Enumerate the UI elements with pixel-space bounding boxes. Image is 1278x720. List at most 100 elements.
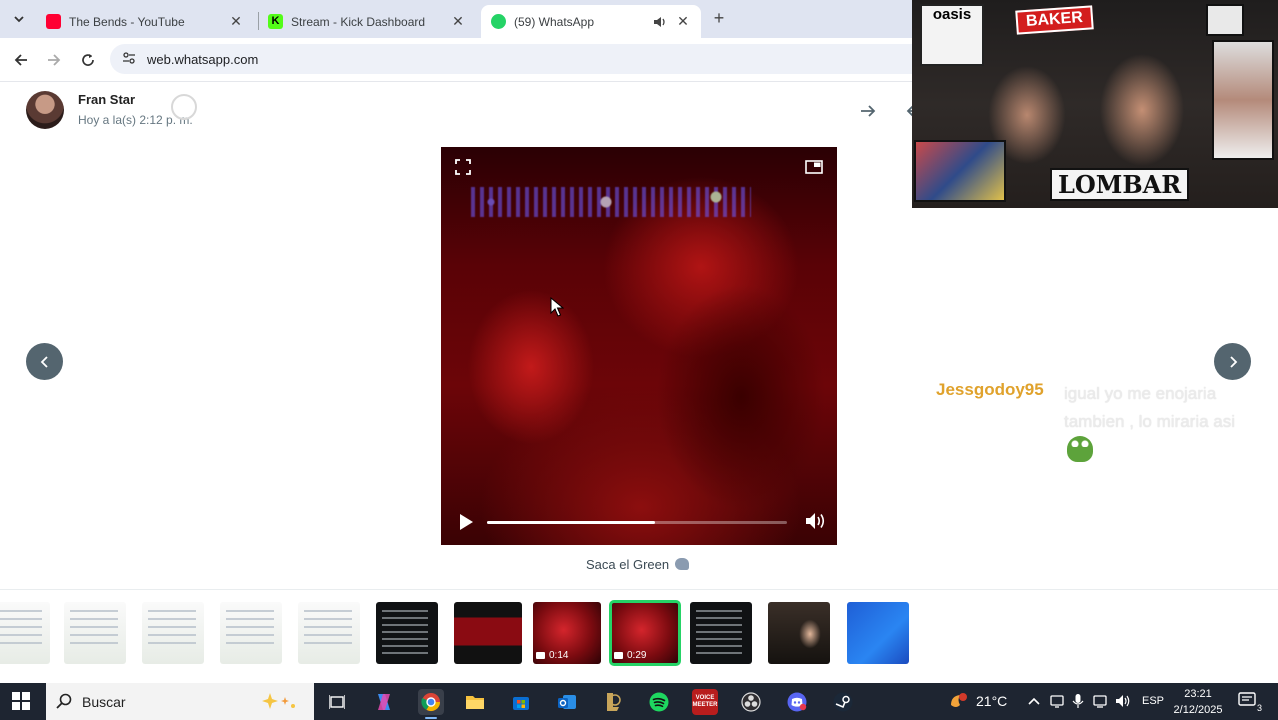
address-bar[interactable]: web.whatsapp.com xyxy=(110,44,940,74)
voicemeeter-icon[interactable]: VOICE MEETER xyxy=(692,689,718,715)
media-thumbnail[interactable] xyxy=(768,602,830,664)
video-progress-bar[interactable] xyxy=(487,521,787,524)
pepe-emote-icon xyxy=(1067,436,1093,462)
media-thumbnail[interactable] xyxy=(0,602,50,664)
caption-text: Saca el Green xyxy=(586,557,670,572)
site-settings-icon[interactable] xyxy=(122,51,136,65)
back-button[interactable] xyxy=(9,48,33,72)
tab-search-menu[interactable] xyxy=(8,8,30,30)
arrow-right-icon xyxy=(48,54,61,66)
video-duration: 0:29 xyxy=(614,650,646,661)
steam-icon[interactable] xyxy=(830,689,856,715)
chevron-up-icon[interactable] xyxy=(1026,693,1042,709)
keyboard-language[interactable]: ESP xyxy=(1142,695,1164,707)
close-tab-icon[interactable]: ✕ xyxy=(228,13,244,30)
forward-button[interactable] xyxy=(42,48,66,72)
thumbnail-strip-divider xyxy=(0,589,1278,590)
media-thumbnail[interactable] xyxy=(454,602,522,664)
fullscreen-icon[interactable] xyxy=(455,159,471,175)
video-camera-icon xyxy=(536,652,545,659)
media-thumbnail[interactable] xyxy=(64,602,126,664)
arrow-right-icon xyxy=(861,105,876,117)
media-thumbnail[interactable] xyxy=(142,602,204,664)
copilot-icon[interactable] xyxy=(371,689,397,715)
chrome-icon[interactable] xyxy=(418,689,444,719)
video-frame-lights xyxy=(471,187,751,217)
media-thumbnail[interactable] xyxy=(847,602,909,664)
discord-icon[interactable] xyxy=(784,689,810,715)
picture-in-picture-icon[interactable] xyxy=(805,159,823,175)
kick-icon: K xyxy=(268,14,283,29)
media-thumbnail[interactable] xyxy=(376,602,438,664)
monitor-tray-icon[interactable] xyxy=(1049,693,1065,709)
tab-youtube[interactable]: The Bends - YouTube ✕ xyxy=(36,5,254,38)
media-caption: Saca el Green xyxy=(586,557,690,572)
notification-count: 3 xyxy=(1256,703,1262,713)
media-thumbnail[interactable] xyxy=(298,602,360,664)
spotify-icon[interactable] xyxy=(646,689,672,715)
video-duration-text: 0:14 xyxy=(549,650,569,661)
weather-icon xyxy=(951,693,967,707)
microsoft-store-icon[interactable] xyxy=(508,689,534,715)
lombar-sticker: LOMBAR xyxy=(1050,168,1190,201)
arrow-left-icon xyxy=(14,54,27,66)
new-tab-button[interactable]: + xyxy=(708,8,730,30)
stream-webcam-overlay: oasis BAKER LOMBAR xyxy=(912,0,1278,208)
league-of-legends-icon[interactable] xyxy=(600,689,626,715)
file-explorer-icon[interactable] xyxy=(462,689,488,715)
outlook-icon[interactable] xyxy=(554,689,580,715)
voicemeeter-label: MEETER xyxy=(692,702,718,708)
microphone-icon[interactable] xyxy=(1070,693,1086,709)
chevron-down-icon xyxy=(14,16,24,23)
close-tab-icon[interactable]: ✕ xyxy=(450,13,466,30)
notification-center-button[interactable]: 3 xyxy=(1238,691,1262,713)
task-view-icon[interactable] xyxy=(324,689,350,715)
chevron-left-icon xyxy=(40,355,48,368)
windows-start-icon[interactable] xyxy=(12,692,30,710)
avatar[interactable] xyxy=(26,91,64,129)
chat-username: Jessgodoy95 xyxy=(936,380,1044,399)
forward-message-button[interactable] xyxy=(856,99,880,123)
video-camera-icon xyxy=(614,652,623,659)
url-text: web.whatsapp.com xyxy=(147,52,259,67)
media-thumbnail[interactable] xyxy=(220,602,282,664)
play-icon[interactable] xyxy=(457,513,475,531)
video-duration: 0:14 xyxy=(536,650,568,661)
close-tab-icon[interactable]: ✕ xyxy=(675,13,691,30)
media-thumbnail[interactable]: 0:14 xyxy=(533,602,601,664)
mouse-cursor-icon xyxy=(550,297,564,317)
network-icon[interactable] xyxy=(1093,693,1109,709)
video-progress-fill xyxy=(487,521,655,524)
collage-sticker xyxy=(1212,40,1274,160)
tab-whatsapp[interactable]: (59) WhatsApp ✕ xyxy=(481,5,701,38)
speech-emoji-icon xyxy=(675,558,690,570)
clock[interactable]: 23:21 2/12/2025 xyxy=(1172,686,1224,718)
loading-spinner-icon xyxy=(171,94,197,120)
whatsapp-icon xyxy=(491,14,506,29)
taskbar-search-box[interactable]: Buscar xyxy=(46,683,314,720)
tab-kick[interactable]: K Stream - Kick Dashboard ✕ xyxy=(258,5,476,38)
clock-time: 23:21 xyxy=(1184,688,1212,700)
oasis-sticker: oasis xyxy=(920,4,984,66)
collage-sticker xyxy=(914,140,1006,202)
media-thumbnail-selected[interactable]: 0:29 xyxy=(609,600,681,666)
obs-icon[interactable] xyxy=(738,689,764,715)
volume-icon[interactable] xyxy=(805,511,827,531)
clock-date: 2/12/2025 xyxy=(1173,704,1223,716)
reload-icon xyxy=(82,54,94,66)
tab-title: (59) WhatsApp xyxy=(514,14,595,29)
volume-icon[interactable] xyxy=(1115,693,1131,709)
chat-message-text: igual yo me enojaria tambien , lo mirari… xyxy=(1064,384,1236,431)
speaker-icon[interactable] xyxy=(653,16,667,28)
youtube-icon xyxy=(46,14,61,29)
next-media-button[interactable] xyxy=(1214,343,1251,380)
windows-taskbar: Buscar VOICE MEETER 21°C ESP 23:21 2/12/… xyxy=(0,683,1278,720)
voicemeeter-label: VOICE xyxy=(695,695,715,701)
tab-title: Stream - Kick Dashboard xyxy=(291,14,426,29)
reload-button[interactable] xyxy=(76,48,100,72)
video-player[interactable] xyxy=(441,147,837,545)
sender-name: Fran Star xyxy=(78,92,136,107)
previous-media-button[interactable] xyxy=(26,343,63,380)
media-thumbnail[interactable] xyxy=(690,602,752,664)
chevron-right-icon xyxy=(1229,355,1237,368)
